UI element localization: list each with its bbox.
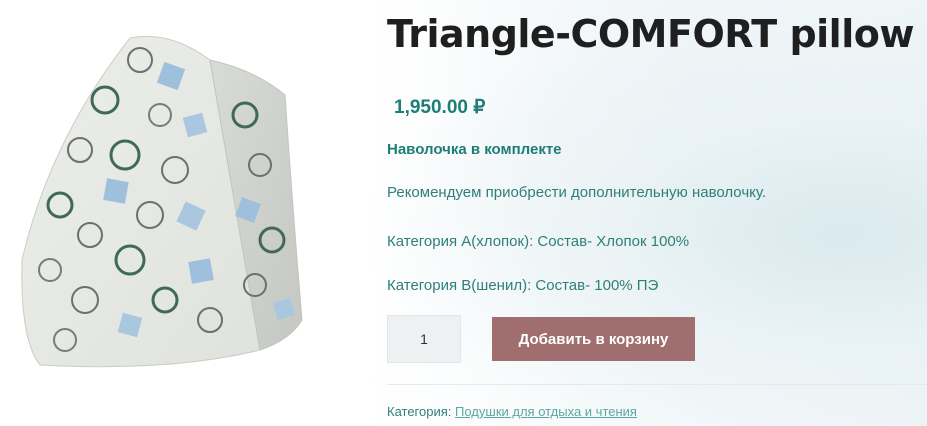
product-title: Triangle-COMFORT pillow <box>387 12 914 56</box>
product-price: 1,950.00 ₽ <box>394 97 486 118</box>
product-meta: Категория: Подушки для отдыха и чтения <box>387 404 637 419</box>
quantity-input[interactable] <box>387 315 461 363</box>
description-line: Категория А(хлопок): Состав- Хлопок 100% <box>387 233 690 250</box>
category-link[interactable]: Подушки для отдыха и чтения <box>455 404 637 419</box>
category-label: Категория: <box>387 404 452 419</box>
add-to-cart-button[interactable]: Добавить в корзину <box>492 317 695 361</box>
included-note: Наволочка в комплекте <box>387 141 562 158</box>
description-line: Категория В(шенил): Состав- 100% ПЭ <box>387 277 659 294</box>
divider <box>387 384 927 385</box>
description-line: Рекомендуем приобрести дополнительную на… <box>387 184 767 201</box>
product-image[interactable] <box>10 20 310 380</box>
